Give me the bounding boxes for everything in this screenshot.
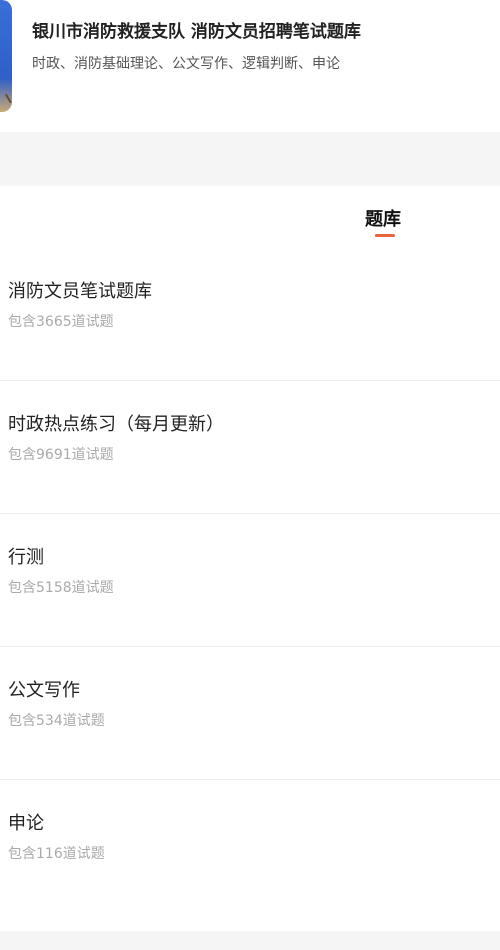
course-title: 银川市消防救援支队 消防文员招聘笔试题库 <box>32 22 361 42</box>
question-bank-item[interactable]: 时政热点练习（每月更新） 包含9691道试题 <box>0 381 500 514</box>
page: 银川市消防救援支队 消防文员招聘笔试题库 时政、消防基础理论、公文写作、逻辑判断… <box>0 0 500 950</box>
question-bank-count: 包含116道试题 <box>8 846 105 862</box>
question-bank-name: 行测 <box>8 547 44 568</box>
course-cover-image <box>0 0 12 112</box>
tab-question-bank[interactable]: 题库 <box>365 205 401 231</box>
question-bank-name: 消防文员笔试题库 <box>8 281 152 302</box>
question-bank-list: 消防文员笔试题库 包含3665道试题 时政热点练习（每月更新） 包含9691道试… <box>0 248 500 913</box>
question-bank-count: 包含9691道试题 <box>8 447 114 463</box>
tab-bar: 题库 <box>0 186 500 248</box>
content-panel: 题库 消防文员笔试题库 包含3665道试题 时政热点练习（每月更新） 包含969… <box>0 186 500 931</box>
active-tab-indicator <box>375 234 395 237</box>
question-bank-count: 包含3665道试题 <box>8 314 114 330</box>
question-bank-count: 包含534道试题 <box>8 713 105 729</box>
question-bank-item[interactable]: 消防文员笔试题库 包含3665道试题 <box>0 248 500 381</box>
question-bank-item[interactable]: 行测 包含5158道试题 <box>0 514 500 647</box>
question-bank-item[interactable]: 公文写作 包含534道试题 <box>0 647 500 780</box>
course-subtitle: 时政、消防基础理论、公文写作、逻辑判断、申论 <box>32 56 340 72</box>
question-bank-name: 公文写作 <box>8 680 80 701</box>
course-header: 银川市消防救援支队 消防文员招聘笔试题库 时政、消防基础理论、公文写作、逻辑判断… <box>0 0 500 132</box>
question-bank-count: 包含5158道试题 <box>8 580 114 596</box>
question-bank-name: 申论 <box>8 813 44 834</box>
question-bank-item[interactable]: 申论 包含116道试题 <box>0 780 500 913</box>
question-bank-name: 时政热点练习（每月更新） <box>8 414 224 435</box>
